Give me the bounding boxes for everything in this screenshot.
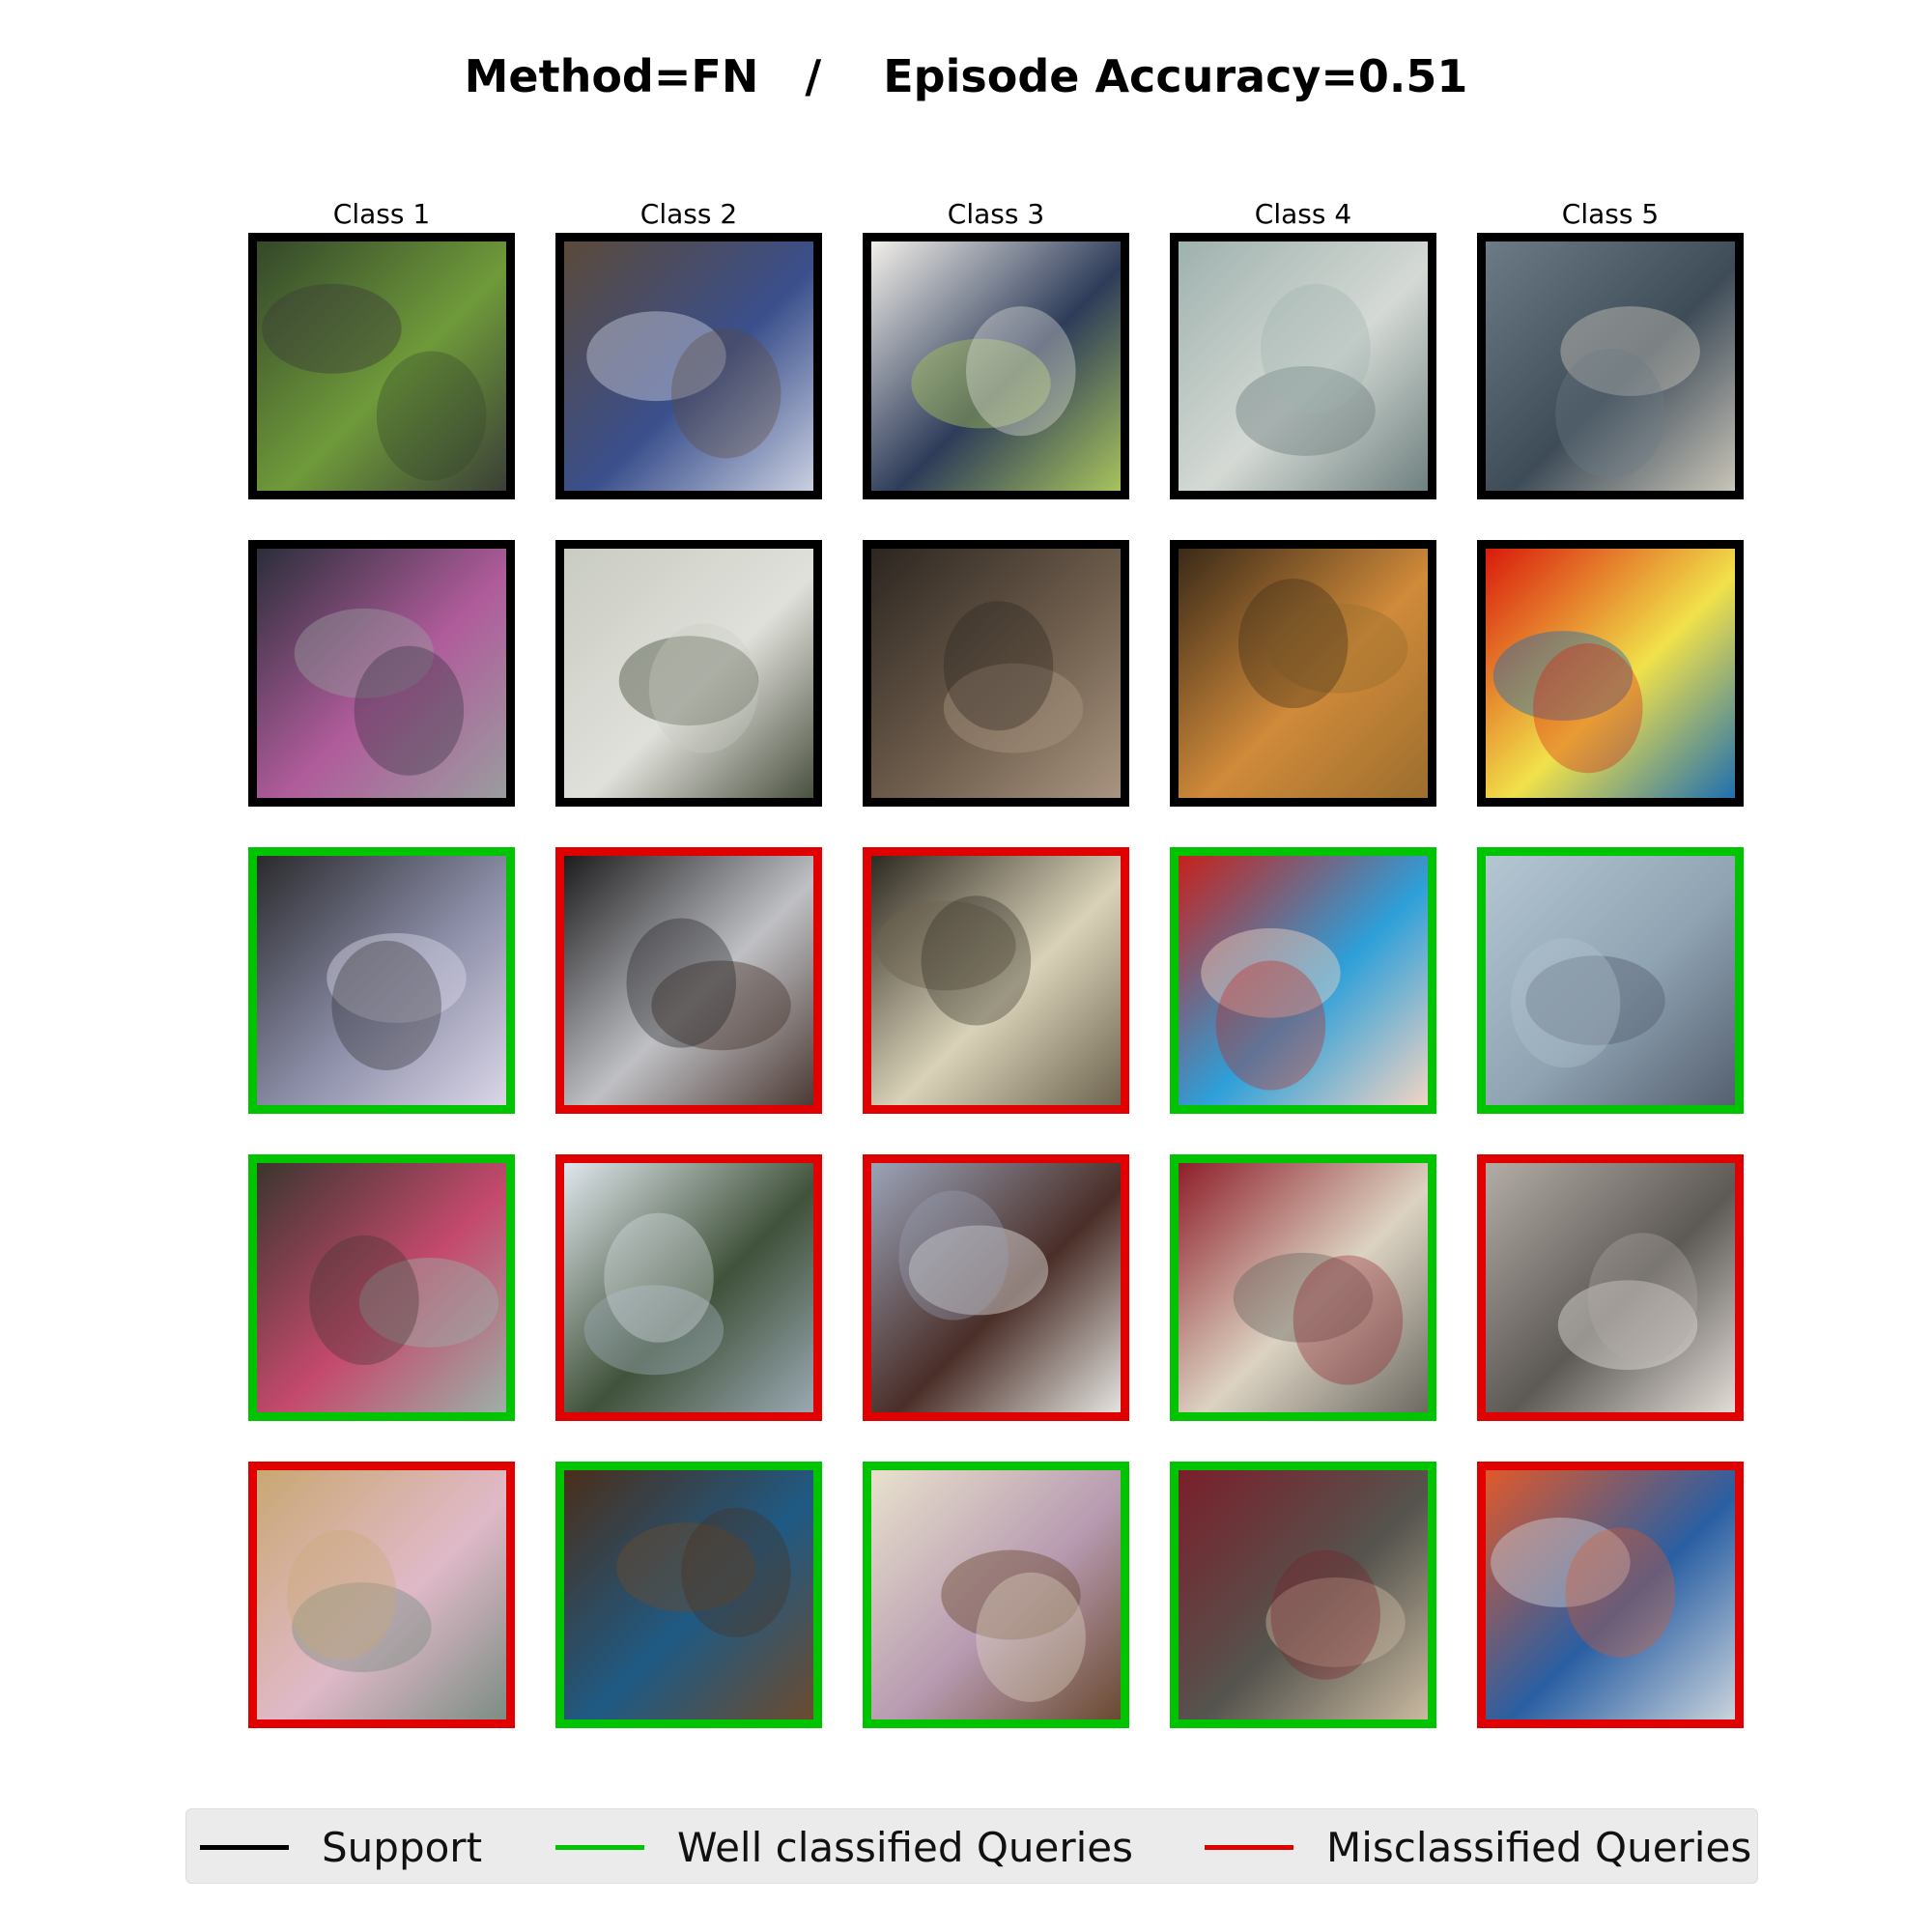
column-label-class-2: Class 2 — [639, 198, 738, 230]
grid-cell-mis — [863, 847, 1129, 1114]
grid-cell-support — [555, 540, 822, 807]
thumbnail-image — [1486, 549, 1735, 798]
thumbnail-image — [871, 242, 1121, 491]
thumbnail-image — [564, 1163, 813, 1412]
grid-cell-support — [863, 233, 1129, 499]
grid-cell-mis — [248, 1462, 515, 1728]
grid-cell-mis — [555, 847, 822, 1114]
legend-label-mis: Misclassified Queries — [1326, 1823, 1752, 1871]
grid-cell-support — [1170, 540, 1436, 807]
thumbnail-image — [1486, 1163, 1735, 1412]
grid-cell-well — [863, 1462, 1129, 1728]
grid-cell-support — [1170, 233, 1436, 499]
thumbnail-image — [1179, 242, 1428, 491]
thumbnail-image — [1486, 856, 1735, 1105]
thumbnail-image — [871, 856, 1121, 1105]
thumbnail-image — [257, 1470, 506, 1719]
column-label-class-3: Class 3 — [947, 198, 1045, 230]
grid-cell-well — [1170, 1462, 1436, 1728]
grid-cell-support — [248, 233, 515, 499]
grid-cell-well — [248, 847, 515, 1114]
legend-label-well: Well classified Queries — [677, 1823, 1134, 1871]
grid-cell-well — [555, 1462, 822, 1728]
column-label-class-4: Class 4 — [1254, 198, 1352, 230]
grid-cell-well — [1170, 847, 1436, 1114]
thumbnail-image — [564, 549, 813, 798]
thumbnail-image — [564, 1470, 813, 1719]
thumbnail-image — [564, 242, 813, 491]
legend-label-support: Support — [322, 1823, 483, 1871]
grid-cell-support — [1477, 540, 1744, 807]
legend-line-support — [200, 1844, 289, 1850]
legend: Support Well classified Queries Misclass… — [185, 1808, 1758, 1884]
legend-line-well — [555, 1844, 644, 1850]
thumbnail-image — [1486, 242, 1735, 491]
thumbnail-image — [871, 1163, 1121, 1412]
grid-cell-support — [248, 540, 515, 807]
grid-cell-mis — [863, 1154, 1129, 1421]
grid-cell-mis — [1477, 1154, 1744, 1421]
thumbnail-image — [1179, 1470, 1428, 1719]
grid-cell-well — [1477, 847, 1744, 1114]
grid-cell-support — [1477, 233, 1744, 499]
thumbnail-image — [1179, 1163, 1428, 1412]
thumbnail-image — [1486, 1470, 1735, 1719]
grid-cell-support — [863, 540, 1129, 807]
thumbnail-image — [871, 1470, 1121, 1719]
grid-cell-mis — [555, 1154, 822, 1421]
thumbnail-image — [1179, 856, 1428, 1105]
legend-item-support: Support — [200, 1809, 482, 1885]
legend-line-mis — [1205, 1844, 1293, 1850]
thumbnail-image — [564, 856, 813, 1105]
grid-cell-support — [555, 233, 822, 499]
thumbnail-image — [1179, 549, 1428, 798]
grid-cell-well — [1170, 1154, 1436, 1421]
chart-title: Method=FN / Episode Accuracy=0.51 — [464, 50, 1468, 102]
thumbnail-image — [871, 549, 1121, 798]
legend-item-well: Well classified Queries — [555, 1809, 1133, 1885]
legend-item-mis: Misclassified Queries — [1205, 1809, 1751, 1885]
column-label-class-5: Class 5 — [1561, 198, 1660, 230]
thumbnail-image — [257, 242, 506, 491]
thumbnail-image — [257, 1163, 506, 1412]
grid-cell-mis — [1477, 1462, 1744, 1728]
thumbnail-image — [257, 856, 506, 1105]
grid-cell-well — [248, 1154, 515, 1421]
thumbnail-image — [257, 549, 506, 798]
column-label-class-1: Class 1 — [332, 198, 431, 230]
